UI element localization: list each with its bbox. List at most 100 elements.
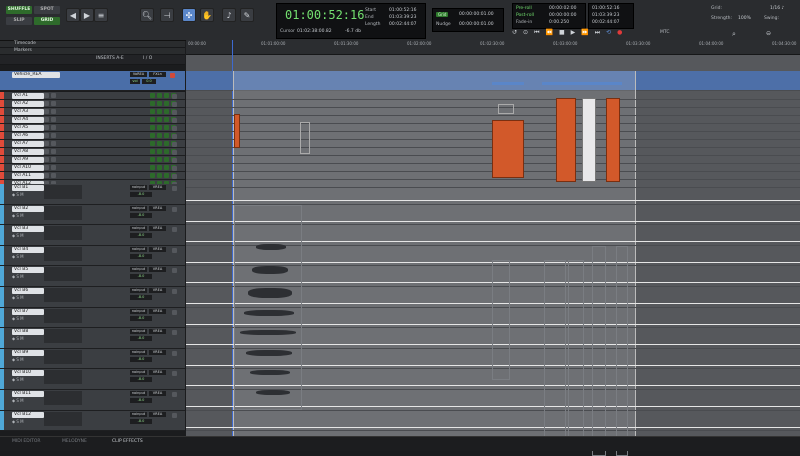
track-input-monitor[interactable] [150, 117, 155, 122]
scrubber-tool-icon[interactable]: ♪ [222, 8, 236, 22]
track-name[interactable]: Vcl A3 [12, 109, 44, 115]
track-input-monitor[interactable] [164, 157, 169, 162]
solo-button[interactable] [44, 141, 49, 146]
inserts-slots[interactable] [44, 288, 82, 302]
mute-button[interactable] [51, 133, 56, 138]
track-volume[interactable]: -8.0 [130, 253, 152, 259]
track-options-button[interactable] [172, 350, 177, 356]
mute-button[interactable] [51, 157, 56, 162]
clip-a-4[interactable] [492, 120, 524, 178]
track-name[interactable]: Vcl B4 [12, 246, 44, 253]
track-input-monitor[interactable] [157, 165, 162, 170]
mute-button[interactable] [51, 141, 56, 146]
track-row[interactable]: Vcl B10 noinput VREA -8.0 ◆ S M [0, 369, 185, 390]
track-row[interactable]: Vcl A11 [0, 172, 185, 180]
lane-a[interactable] [186, 108, 800, 116]
track-row[interactable]: Vcl A5 [0, 124, 185, 132]
track-input-monitor[interactable] [164, 93, 169, 98]
tab-clip-effects[interactable]: CLIP EFFECTS [112, 439, 143, 444]
track-row[interactable]: Vcl B7 noinput VREA -8.0 ◆ S M [0, 307, 185, 329]
clip-b-5[interactable] [592, 246, 606, 456]
track-solo-mute[interactable]: ◆ S M [12, 295, 24, 300]
main-counter[interactable]: 01:00:52:16 [285, 8, 364, 22]
track-row[interactable]: Vcl A10 [0, 164, 185, 172]
solo-button[interactable] [44, 101, 49, 106]
length-value[interactable]: 00:02:44:07 [389, 22, 416, 27]
trim-tool-icon[interactable]: ⊣ [160, 8, 174, 22]
track-solo-mute[interactable]: ◆ S M [12, 377, 24, 382]
start-value[interactable]: 01:00:52:16 [389, 8, 416, 13]
track-options-button[interactable] [172, 166, 177, 171]
track-solo-mute[interactable]: ◆ S M [12, 316, 24, 321]
solo-button[interactable] [44, 133, 49, 138]
track-input-monitor[interactable] [157, 109, 162, 114]
clip-a-3[interactable] [498, 104, 514, 114]
track-volume[interactable]: -8.0 [130, 377, 152, 383]
search-icon[interactable]: ⌕ [732, 30, 736, 39]
track-input[interactable]: noinput [130, 246, 147, 252]
track-options-button[interactable] [172, 134, 177, 139]
track-input-monitor[interactable] [157, 141, 162, 146]
track-volume[interactable]: -8.0 [130, 398, 152, 403]
track-input-monitor[interactable] [150, 157, 155, 162]
inserts-slots[interactable] [44, 411, 82, 426]
track-input[interactable]: noinput [130, 349, 147, 355]
track-input-monitor[interactable] [164, 173, 169, 178]
track-options-button[interactable] [172, 150, 177, 155]
clip-a-2[interactable] [300, 122, 310, 154]
markers-ruler[interactable] [186, 47, 800, 55]
track-solo-mute[interactable]: ◆ S M [12, 419, 24, 424]
zoom-in-icon[interactable]: ▶ [80, 8, 94, 22]
track-row[interactable]: Vcl B4 noinput VREA -8.0 ◆ S M [0, 245, 185, 267]
clip-b-4[interactable] [568, 260, 584, 445]
loop-icon[interactable]: ↺ [512, 29, 517, 37]
track-input-monitor[interactable] [150, 125, 155, 130]
zoom-toggle-icon[interactable]: ≡ [94, 8, 108, 22]
grabber-tool-icon[interactable]: ✋ [200, 8, 214, 22]
solo-button[interactable] [44, 165, 49, 170]
track-row[interactable]: Vcl B9 noinput VREA -8.0 ◆ S M [0, 348, 185, 370]
track-input-monitor[interactable] [164, 125, 169, 130]
vehicle-io2[interactable]: FXLn [149, 72, 166, 77]
track-name[interactable]: Vcl B10 [12, 370, 44, 377]
track-row[interactable]: Vcl A2 [0, 100, 185, 108]
timeline-edit-window[interactable]: 00:00:00 01:01:00:00 01:01:30:00 01:02:00:0… [186, 40, 800, 456]
shuffle-mode-button[interactable]: SHUFFLE [6, 6, 32, 14]
mute-button[interactable] [51, 117, 56, 122]
track-options-button[interactable] [172, 371, 177, 377]
end-value[interactable]: 01:03:39:23 [389, 15, 416, 20]
transport-end[interactable]: 01:03:39:23 [592, 13, 619, 18]
lane-b[interactable] [186, 184, 800, 205]
mute-button[interactable] [51, 165, 56, 170]
fadein-value[interactable]: 0:00.250 [549, 20, 569, 25]
track-input-monitor[interactable] [150, 141, 155, 146]
track-input-monitor[interactable] [164, 149, 169, 154]
track-name[interactable]: Vcl B2 [12, 205, 44, 212]
track-output[interactable]: VREA [149, 288, 166, 293]
grid-note-value[interactable]: 1/16 ♪ [770, 6, 784, 11]
track-input-monitor[interactable] [150, 93, 155, 98]
track-input[interactable]: noinput [130, 329, 147, 335]
track-solo-mute[interactable]: ◆ S M [12, 336, 24, 341]
postroll-label[interactable]: Post-roll [516, 13, 534, 18]
track-solo-mute[interactable]: ◆ S M [12, 274, 24, 279]
track-row[interactable]: Vcl A8 [0, 148, 185, 156]
clip-a-5[interactable] [556, 98, 576, 182]
track-input-monitor[interactable] [150, 133, 155, 138]
inserts-slots[interactable] [44, 246, 82, 261]
track-name[interactable]: Vcl A5 [12, 125, 44, 131]
track-input-monitor[interactable] [150, 165, 155, 170]
track-row[interactable]: Vcl A7 [0, 140, 185, 148]
track-output[interactable]: VREA [149, 267, 166, 273]
track-input-monitor[interactable] [164, 165, 169, 170]
track-volume[interactable]: -8.0 [130, 315, 152, 321]
inserts-slots[interactable] [44, 329, 82, 344]
track-volume[interactable]: -8.0 [130, 418, 152, 424]
track-solo-mute[interactable]: ◆ S M [12, 357, 24, 362]
lane-a[interactable] [186, 92, 800, 100]
track-solo-mute[interactable]: ◆ S M [12, 213, 24, 218]
track-input-monitor[interactable] [157, 133, 162, 138]
track-options-button[interactable] [172, 206, 177, 212]
inserts-slots[interactable] [44, 308, 82, 323]
track-name[interactable]: Vcl A4 [12, 117, 44, 123]
